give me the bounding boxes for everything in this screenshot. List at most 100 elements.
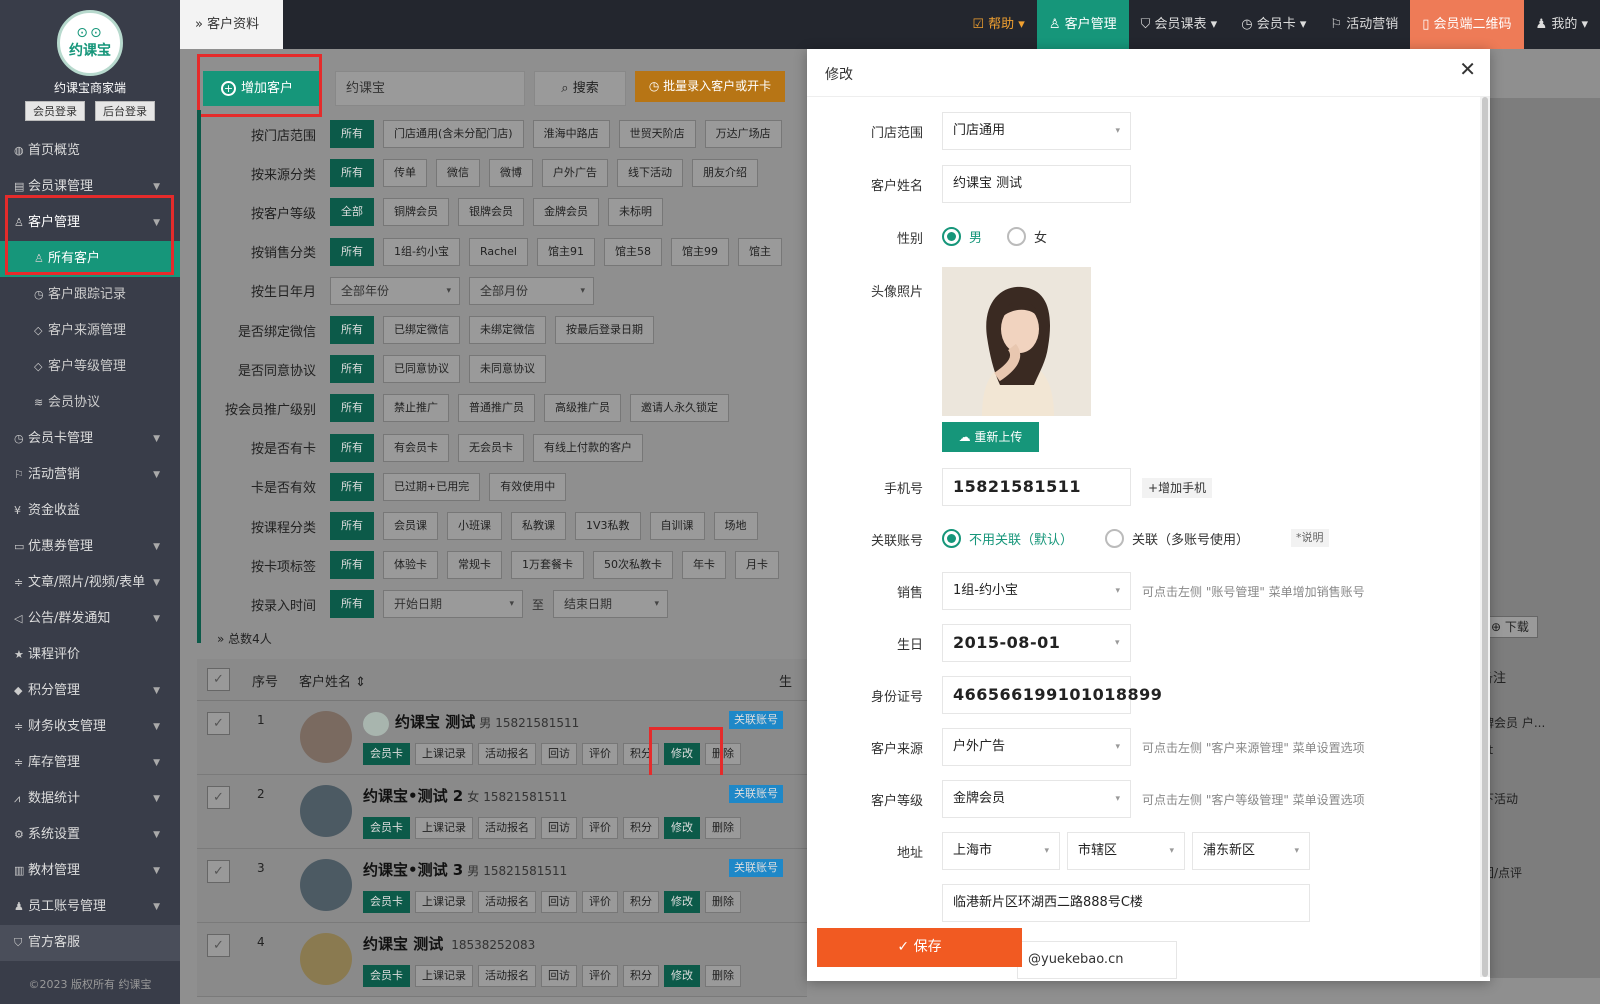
sidebar-item-7[interactable]: ≋ 会员协议: [0, 385, 180, 421]
sidebar-item-15[interactable]: ◆ 积分管理 ▼: [0, 673, 180, 709]
gender-female-radio[interactable]: 女: [1007, 227, 1047, 246]
row-action-4[interactable]: 评价: [582, 817, 618, 839]
filter-option[interactable]: 有效使用中: [489, 472, 567, 501]
filter-option[interactable]: 所有: [330, 355, 374, 384]
member-login-button[interactable]: 会员登录: [25, 101, 85, 121]
phone-input[interactable]: 15821581511: [942, 468, 1131, 506]
filter-option[interactable]: 有会员卡: [383, 433, 449, 462]
filter-option[interactable]: 户外广告: [542, 159, 608, 188]
sidebar-item-20[interactable]: ▥ 教材管理 ▼: [0, 853, 180, 889]
row-action-0[interactable]: 会员卡: [363, 965, 410, 987]
filter-option[interactable]: 馆主: [737, 237, 782, 266]
row-action-4[interactable]: 评价: [582, 743, 618, 765]
filter-option[interactable]: 朋友介绍: [692, 159, 758, 188]
filter-option[interactable]: 未标明: [608, 198, 663, 227]
admin-login-button[interactable]: 后台登录: [95, 101, 155, 121]
row-action-0[interactable]: 会员卡: [363, 817, 410, 839]
row-checkbox[interactable]: ✓: [207, 860, 230, 883]
row-action-5[interactable]: 积分: [623, 891, 659, 913]
filter-option[interactable]: 禁止推广: [383, 394, 449, 423]
row-action-0[interactable]: 会员卡: [363, 891, 410, 913]
row-action-5[interactable]: 积分: [623, 965, 659, 987]
filter-option[interactable]: 线下活动: [617, 159, 683, 188]
search-input[interactable]: 约课宝: [335, 71, 525, 106]
filter-select[interactable]: 全部月份: [469, 276, 594, 305]
filter-option[interactable]: 已过期+已用完: [383, 472, 481, 501]
filter-option[interactable]: 邀请人永久锁定: [630, 394, 729, 423]
save-button[interactable]: ✓ 保存: [817, 928, 1022, 967]
row-action-1[interactable]: 上课记录: [415, 817, 473, 839]
filter-option[interactable]: 所有: [330, 472, 374, 501]
sidebar-item-5[interactable]: ◇ 客户来源管理: [0, 313, 180, 349]
filter-option[interactable]: 银牌会员: [458, 198, 524, 227]
filter-option[interactable]: 馆主91: [536, 237, 595, 266]
filter-option[interactable]: 馆主58: [603, 237, 662, 266]
sidebar-item-12[interactable]: ≑ 文章/照片/视频/表单 ▼: [0, 565, 180, 601]
table-row[interactable]: ✓ 1 约课宝 测试男 15821581511 关联账号 会员卡 上课记录 活动报名 回访 评价积…: [197, 701, 807, 785]
filter-option[interactable]: 已绑定微信: [383, 316, 460, 344]
row-action-3[interactable]: 回访: [541, 965, 577, 987]
filter-option[interactable]: 淮海中路店: [532, 120, 610, 148]
row-checkbox[interactable]: ✓: [207, 712, 230, 735]
sidebar-item-11[interactable]: ▭ 优惠券管理 ▼: [0, 529, 180, 565]
reupload-button[interactable]: ☁ 重新上传: [942, 422, 1039, 452]
gender-male-radio[interactable]: 男: [942, 227, 982, 246]
filter-option[interactable]: 按最后登录日期: [555, 316, 654, 344]
filter-option[interactable]: 所有: [330, 237, 374, 266]
select-all-checkbox[interactable]: ✓: [207, 668, 230, 691]
filter-option[interactable]: 传单: [383, 159, 427, 188]
filter-option[interactable]: 高级推广员: [544, 394, 621, 423]
filter-select[interactable]: 开始日期: [383, 590, 523, 619]
link-yes-radio[interactable]: 关联（多账号使用）: [1105, 529, 1249, 548]
filter-option[interactable]: 微博: [489, 159, 533, 188]
filter-option[interactable]: 所有: [330, 551, 374, 580]
sidebar-item-21[interactable]: ♟ 员工账号管理 ▼: [0, 889, 180, 925]
breadcrumb-tab[interactable]: » 客户资料: [180, 0, 283, 49]
email-input[interactable]: @yuekebao.cn: [1017, 941, 1177, 979]
filter-option[interactable]: 自训课: [649, 512, 705, 540]
filter-option[interactable]: Rachel: [468, 237, 528, 266]
city-select[interactable]: 市辖区: [1067, 832, 1185, 870]
filter-option[interactable]: 私教课: [511, 512, 566, 540]
row-action-4[interactable]: 评价: [582, 891, 618, 913]
table-row[interactable]: ✓ 2 约课宝•测试 2 女 15821581511 关联账号 会员卡 上课记录 活动报名 回访评…: [197, 775, 807, 849]
row-action-1[interactable]: 上课记录: [415, 965, 473, 987]
filter-option[interactable]: 普通推广员: [458, 394, 535, 423]
filter-option[interactable]: 无会员卡: [458, 433, 524, 462]
filter-option[interactable]: 体验卡: [383, 551, 438, 580]
batch-import-button[interactable]: ◷ 批量录入客户或开卡: [635, 71, 785, 102]
sidebar-item-14[interactable]: ★ 课程评价: [0, 637, 180, 673]
row-action-6[interactable]: 修改: [664, 965, 700, 987]
row-action-7[interactable]: 删除: [705, 965, 741, 987]
row-action-3[interactable]: 回访: [541, 743, 577, 765]
sidebar-item-4[interactable]: ◷ 客户跟踪记录: [0, 277, 180, 313]
close-icon[interactable]: ✕: [1459, 57, 1476, 81]
row-action-1[interactable]: 上课记录: [415, 743, 473, 765]
row-action-6[interactable]: 修改: [664, 891, 700, 913]
sidebar-item-6[interactable]: ◇ 客户等级管理: [0, 349, 180, 385]
filter-option[interactable]: 50次私教卡: [593, 551, 673, 580]
filter-option[interactable]: 微信: [436, 159, 480, 188]
filter-option[interactable]: 馆主99: [670, 237, 729, 266]
store-select[interactable]: 门店通用: [942, 112, 1131, 150]
sidebar-item-16[interactable]: ≑ 财务收支管理 ▼: [0, 709, 180, 745]
row-action-0[interactable]: 会员卡: [363, 743, 410, 765]
row-checkbox[interactable]: ✓: [207, 786, 230, 809]
filter-option[interactable]: 未同意协议: [469, 355, 546, 384]
row-action-2[interactable]: 活动报名: [478, 891, 536, 913]
birthday-input[interactable]: 2015-08-01: [942, 624, 1131, 662]
sidebar-item-22[interactable]: ⛉ 官方客服: [0, 925, 180, 961]
search-button[interactable]: ⌕ 搜索: [534, 71, 626, 106]
customer-name[interactable]: 约课宝 测试男 15821581511: [395, 711, 579, 732]
row-action-2[interactable]: 活动报名: [478, 965, 536, 987]
sidebar-item-17[interactable]: ≑ 库存管理 ▼: [0, 745, 180, 781]
filter-option[interactable]: 所有: [330, 120, 374, 148]
sales-select[interactable]: 1组-约小宝: [942, 572, 1131, 610]
sidebar-item-10[interactable]: ¥ 资金收益: [0, 493, 180, 529]
table-row[interactable]: ✓ 4 约课宝 测试 18538252083 会员卡 上课记录 活动报名 回访 评价 积分 修改 删除: [197, 923, 807, 997]
nav-me[interactable]: ♟ 我的 ▾: [1524, 0, 1600, 49]
row-checkbox[interactable]: ✓: [207, 934, 230, 957]
filter-option[interactable]: 有线上付款的客户: [533, 433, 643, 462]
filter-option[interactable]: 金牌会员: [533, 198, 599, 227]
name-input[interactable]: 约课宝 测试: [942, 165, 1131, 203]
